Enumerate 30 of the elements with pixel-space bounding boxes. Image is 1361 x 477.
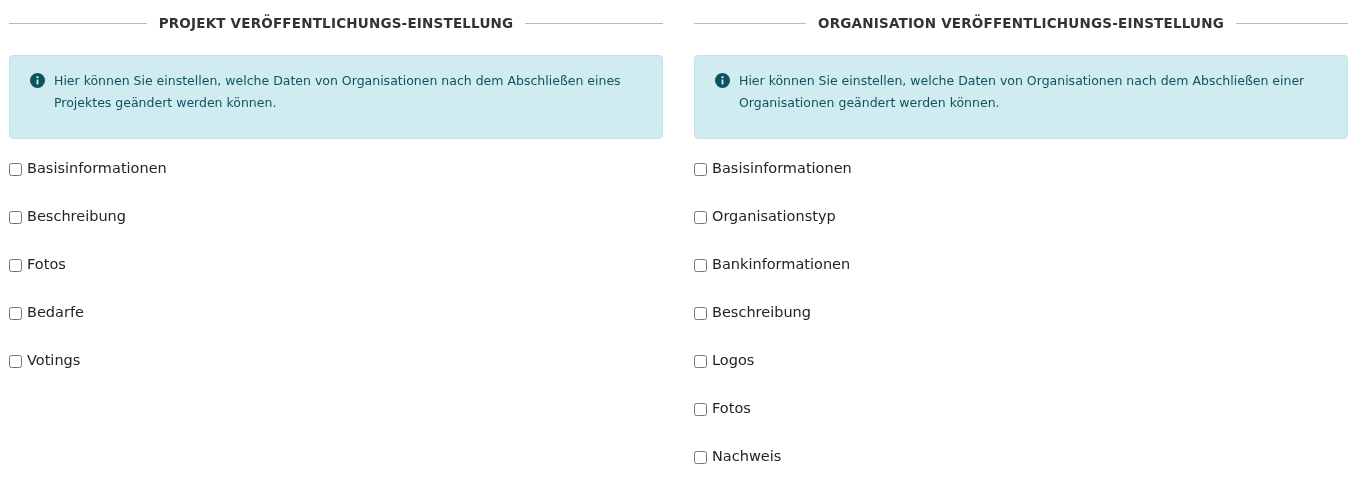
checkbox-label: Organisationstyp <box>712 207 836 227</box>
checkbox-label: Fotos <box>712 399 751 419</box>
checkbox[interactable] <box>9 354 22 368</box>
checkbox-label: Bedarfe <box>27 303 84 323</box>
checkbox-label: Basisinformationen <box>27 159 167 179</box>
info-icon <box>715 73 730 88</box>
section-title: PROJEKT VERÖFFENTLICHUNGS-EINSTELLUNG <box>158 13 514 33</box>
checkbox[interactable] <box>9 210 22 224</box>
checkbox-label: Nachweis <box>712 447 782 467</box>
checkbox[interactable] <box>9 306 22 320</box>
checkbox-label: Bankinformationen <box>712 255 851 275</box>
checkbox[interactable] <box>9 258 22 272</box>
info-icon <box>30 73 45 88</box>
checkbox-label: Basisinformationen <box>712 159 852 179</box>
checkbox-label: Beschreibung <box>712 303 811 323</box>
info-text: Hier können Sie einstellen, welche Daten von Organisationen nach dem Abschließen einer Organisationen geändert werden können. <box>739 72 1306 112</box>
section-title: ORGANISATION VERÖFFENTLICHUNGS-EINSTELLUNG <box>818 13 1224 33</box>
checkbox-label: Votings <box>27 351 81 371</box>
info-text: Hier können Sie einstellen, welche Daten von Organisationen nach dem Abschließen eines Projektes geändert werden können. <box>54 72 622 112</box>
checkbox-label: Logos <box>712 351 755 371</box>
checkbox[interactable] <box>694 450 707 464</box>
checkbox[interactable] <box>694 402 707 416</box>
checkbox[interactable] <box>694 258 707 272</box>
checkbox[interactable] <box>694 306 707 320</box>
checkbox[interactable] <box>694 354 707 368</box>
checkbox[interactable] <box>9 162 22 176</box>
checkbox-label: Beschreibung <box>27 207 126 227</box>
checkbox[interactable] <box>694 162 707 176</box>
checkbox-label: Fotos <box>27 255 66 275</box>
checkbox[interactable] <box>694 210 707 224</box>
